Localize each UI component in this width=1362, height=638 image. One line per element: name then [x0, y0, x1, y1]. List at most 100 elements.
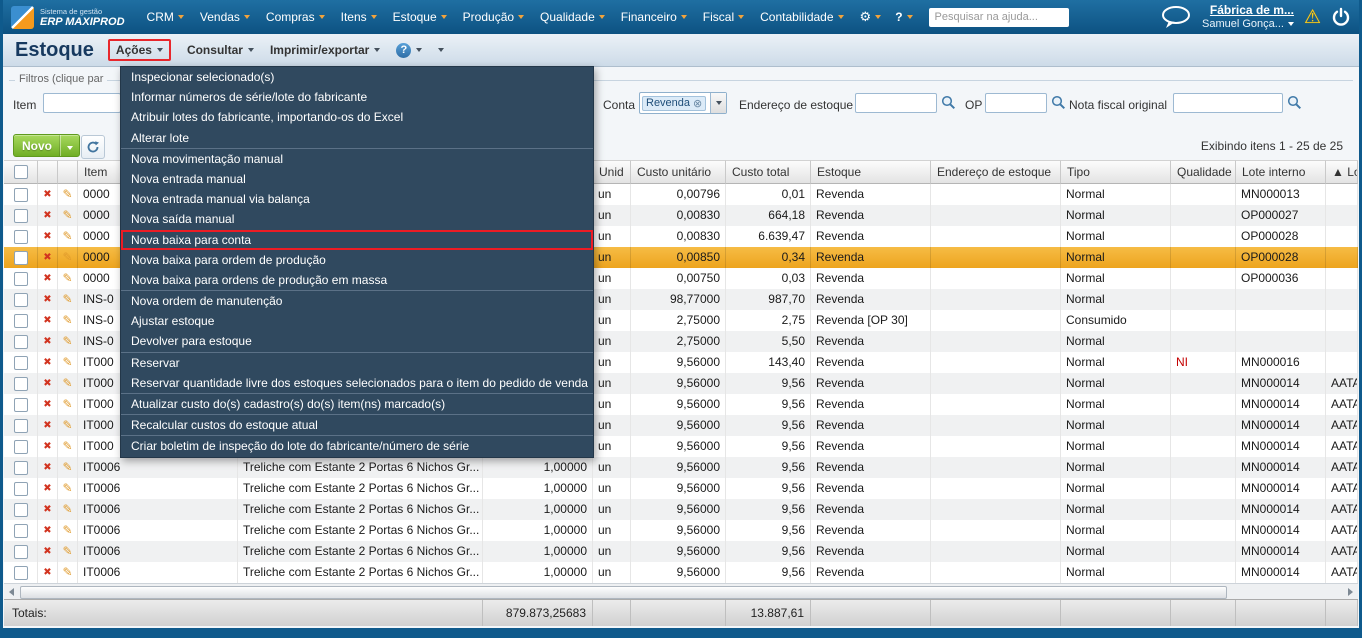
menu-item-ajustar-estoque[interactable]: Ajustar estoque [121, 311, 593, 331]
delete-icon[interactable]: ✖ [38, 499, 58, 520]
search-icon[interactable] [1051, 95, 1066, 110]
row-checkbox[interactable] [14, 461, 28, 475]
edit-icon[interactable]: ✎ [58, 478, 78, 499]
delete-icon[interactable]: ✖ [38, 520, 58, 541]
menu-item-reservar-quantidade-livre-dos-estoques-seleciona[interactable]: Reservar quantidade livre dos estoques s… [121, 373, 593, 393]
edit-icon[interactable]: ✎ [58, 499, 78, 520]
delete-icon[interactable]: ✖ [38, 184, 58, 205]
select-all-checkbox[interactable] [14, 165, 28, 179]
edit-icon[interactable]: ✎ [58, 331, 78, 352]
col-header-unid[interactable]: Unid [593, 160, 631, 184]
delete-icon[interactable]: ✖ [38, 415, 58, 436]
row-checkbox[interactable] [14, 230, 28, 244]
menu-item-nova-entrada-manual-via-balanca[interactable]: Nova entrada manual via balança [121, 189, 593, 209]
delete-icon[interactable]: ✖ [38, 310, 58, 331]
refresh-button[interactable] [81, 135, 105, 159]
novo-button[interactable]: Novo [13, 134, 80, 157]
search-icon[interactable] [1287, 95, 1302, 110]
topnav-item-estoque[interactable]: Estoque [385, 0, 455, 34]
delete-icon[interactable]: ✖ [38, 457, 58, 478]
endereco-filter-input[interactable] [855, 93, 937, 113]
menu-imprimir-exportar[interactable]: Imprimir/exportar [270, 43, 380, 57]
menu-item-atribuir-lotes-do-fabricante-importando-os-do-ex[interactable]: Atribuir lotes do fabricante, importando… [121, 107, 593, 127]
delete-icon[interactable]: ✖ [38, 247, 58, 268]
horizontal-scrollbar[interactable] [4, 583, 1358, 599]
menu-item-recalcular-custos-do-estoque-atual[interactable]: Recalcular custos do estoque atual [121, 415, 593, 435]
topnav-item-contabilidade[interactable]: Contabilidade [752, 0, 851, 34]
row-checkbox[interactable] [14, 482, 28, 496]
warning-icon[interactable]: ⚠ [1304, 6, 1321, 29]
row-checkbox[interactable] [14, 440, 28, 454]
scroll-right-button[interactable] [1343, 585, 1358, 598]
menu-item-nova-saida-manual[interactable]: Nova saída manual [121, 209, 593, 229]
scroll-left-button[interactable] [4, 585, 19, 598]
menu-item-criar-boletim-de-inspecao-do-lote-do-fabricante-[interactable]: Criar boletim de inspeção do lote do fab… [121, 436, 593, 456]
help-menu[interactable]: ? [396, 43, 422, 58]
delete-icon[interactable]: ✖ [38, 373, 58, 394]
col-header-estoque[interactable]: Estoque [811, 160, 931, 184]
menu-item-reservar[interactable]: Reservar [121, 353, 593, 373]
edit-icon[interactable]: ✎ [58, 520, 78, 541]
col-header-lote2[interactable]: ▲ Lot... [1326, 160, 1358, 184]
menu-item-nova-ordem-de-manutencao[interactable]: Nova ordem de manutenção [121, 291, 593, 311]
edit-icon[interactable]: ✎ [58, 268, 78, 289]
row-checkbox[interactable] [14, 545, 28, 559]
delete-icon[interactable]: ✖ [38, 352, 58, 373]
delete-icon[interactable]: ✖ [38, 331, 58, 352]
menu-consultar[interactable]: Consultar [187, 43, 254, 57]
delete-icon[interactable]: ✖ [38, 562, 58, 583]
conta-combobox[interactable]: Revenda ⊗ [639, 92, 727, 114]
row-checkbox[interactable] [14, 188, 28, 202]
menu-item-nova-baixa-para-ordens-de-producao-em-massa[interactable]: Nova baixa para ordens de produção em ma… [121, 270, 593, 290]
edit-icon[interactable]: ✎ [58, 184, 78, 205]
company-link[interactable]: Fábrica de m... [1210, 3, 1294, 17]
row-checkbox[interactable] [14, 251, 28, 265]
topnav-item-financeiro[interactable]: Financeiro [613, 0, 695, 34]
topnav-item-qualidade[interactable]: Qualidade [532, 0, 613, 34]
edit-icon[interactable]: ✎ [58, 415, 78, 436]
topnav-item-compras[interactable]: Compras [258, 0, 333, 34]
col-header-endereco[interactable]: Endereço de estoque [931, 160, 1061, 184]
edit-icon[interactable]: ✎ [58, 310, 78, 331]
search-icon[interactable] [941, 95, 956, 110]
power-icon[interactable] [1331, 7, 1351, 27]
col-header-lote_interno[interactable]: Lote interno [1236, 160, 1326, 184]
edit-icon[interactable]: ✎ [58, 562, 78, 583]
topnav-item-fiscal[interactable]: Fiscal [695, 0, 752, 34]
delete-icon[interactable]: ✖ [38, 478, 58, 499]
menu-item-nova-movimentacao-manual[interactable]: Nova movimentação manual [121, 149, 593, 169]
help-menu-top[interactable]: ? [889, 10, 918, 24]
more-menu[interactable] [438, 48, 444, 52]
item-filter-input[interactable] [43, 93, 121, 113]
tag-close-icon[interactable]: ⊗ [693, 97, 702, 110]
edit-icon[interactable]: ✎ [58, 289, 78, 310]
topnav-item-producao[interactable]: Produção [455, 0, 532, 34]
row-checkbox[interactable] [14, 335, 28, 349]
delete-icon[interactable]: ✖ [38, 289, 58, 310]
row-checkbox[interactable] [14, 314, 28, 328]
row-checkbox[interactable] [14, 356, 28, 370]
row-checkbox[interactable] [14, 209, 28, 223]
help-search-input[interactable] [929, 8, 1069, 27]
delete-icon[interactable]: ✖ [38, 436, 58, 457]
edit-icon[interactable]: ✎ [58, 373, 78, 394]
filters-legend[interactable]: Filtros (clique par [15, 73, 107, 85]
row-checkbox[interactable] [14, 293, 28, 307]
row-checkbox[interactable] [14, 272, 28, 286]
edit-icon[interactable]: ✎ [58, 205, 78, 226]
col-header-custo_unitario[interactable]: Custo unitário [631, 160, 726, 184]
menu-item-devolver-para-estoque[interactable]: Devolver para estoque [121, 331, 593, 351]
edit-icon[interactable]: ✎ [58, 457, 78, 478]
edit-icon[interactable]: ✎ [58, 436, 78, 457]
edit-icon[interactable]: ✎ [58, 541, 78, 562]
edit-icon[interactable]: ✎ [58, 394, 78, 415]
col-header-custo_total[interactable]: Custo total [726, 160, 811, 184]
menu-item-nova-baixa-para-ordem-de-producao[interactable]: Nova baixa para ordem de produção [121, 250, 593, 270]
settings-menu[interactable]: ⚙ [854, 9, 888, 25]
menu-item-nova-entrada-manual[interactable]: Nova entrada manual [121, 169, 593, 189]
scrollbar-thumb[interactable] [20, 586, 1227, 599]
menu-item-informar-numeros-de-serie-lote-do-fabricante[interactable]: Informar números de série/lote do fabric… [121, 87, 593, 107]
row-checkbox[interactable] [14, 524, 28, 538]
menu-item-nova-baixa-para-conta[interactable]: Nova baixa para conta [121, 230, 593, 250]
menu-acoes[interactable]: Ações [108, 39, 171, 61]
